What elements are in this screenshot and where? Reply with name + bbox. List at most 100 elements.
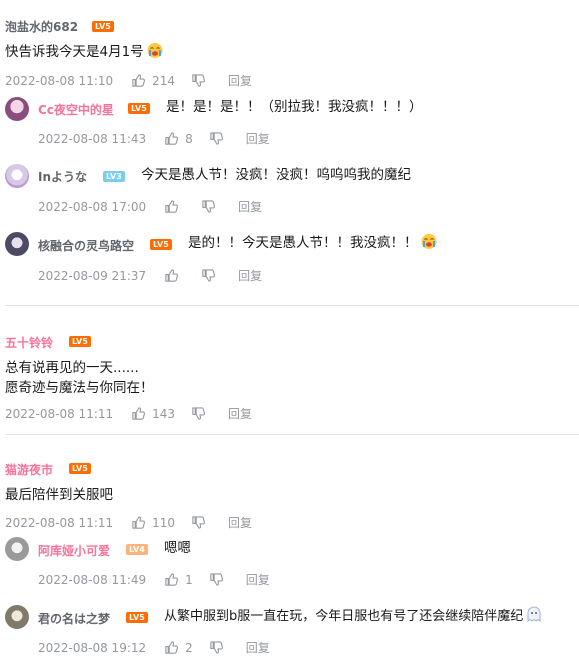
- reply-text: 是！是！是！！（别拉我！我没疯！！！）: [166, 99, 423, 115]
- reply-username[interactable]: 君の名は之梦: [38, 610, 110, 627]
- dislike-button[interactable]: [191, 73, 206, 88]
- reply-meta: 2022-08-08 19:12 2 回复: [38, 639, 270, 656]
- comment-username[interactable]: 泡盐水的682: [5, 18, 78, 35]
- divider: [5, 305, 579, 306]
- thumbs-up-icon: [131, 73, 146, 88]
- like-count: 8: [185, 131, 193, 146]
- thumbs-up-icon: [164, 199, 179, 214]
- thumbs-down-icon: [209, 131, 224, 146]
- reply-meta: 2022-08-08 17:00 回复: [38, 198, 262, 215]
- thumbs-down-icon: [201, 268, 216, 283]
- thumbs-up-icon: [164, 268, 179, 283]
- like-button[interactable]: 110: [131, 515, 175, 530]
- reply-button[interactable]: 回复: [238, 198, 262, 215]
- reply-username[interactable]: Inような: [38, 168, 87, 185]
- comment-meta: 2022-08-08 11:11 110 回复: [5, 514, 252, 531]
- level-badge: LV5: [69, 463, 91, 474]
- level-badge: LV5: [150, 239, 172, 250]
- reply-text-content: 是的！！今天是愚人节！！我没疯！！: [188, 235, 418, 251]
- reply-text: 是的！！今天是愚人节！！我没疯！！: [188, 232, 438, 254]
- reply-button[interactable]: 回复: [228, 514, 252, 531]
- like-count: 214: [152, 73, 176, 88]
- comment-username[interactable]: 五十铃铃: [5, 334, 53, 351]
- dislike-button[interactable]: [191, 406, 206, 421]
- like-button[interactable]: [164, 268, 185, 283]
- comment-meta: 2022-08-08 11:11 143 回复: [5, 405, 252, 422]
- dislike-button[interactable]: [209, 131, 224, 146]
- reply-meta: 2022-08-08 11:43 8 回复: [38, 130, 270, 147]
- divider: [5, 434, 579, 435]
- reply-button[interactable]: 回复: [246, 639, 270, 656]
- like-button[interactable]: [164, 199, 185, 214]
- comment-date: 2022-08-08 11:11: [5, 406, 114, 421]
- reply-date: 2022-08-08 11:49: [38, 572, 147, 587]
- thumbs-up-icon: [131, 406, 146, 421]
- reply-button[interactable]: 回复: [228, 72, 252, 89]
- thumbs-up-icon: [164, 640, 179, 655]
- like-count: 2: [185, 640, 193, 655]
- thumbs-up-icon: [164, 131, 179, 146]
- reply-username[interactable]: 核融合の灵鸟路空: [38, 237, 134, 254]
- level-badge: LV5: [126, 612, 148, 623]
- comment-date: 2022-08-08 11:10: [5, 73, 114, 88]
- reply-meta: 2022-08-09 21:37 回复: [38, 267, 262, 284]
- reply-date: 2022-08-08 11:43: [38, 131, 147, 146]
- crying-emoji-icon: [420, 232, 438, 250]
- comment-text: 最后陪伴到关服吧: [5, 487, 113, 503]
- reply-button[interactable]: 回复: [246, 130, 270, 147]
- dislike-button[interactable]: [191, 515, 206, 530]
- avatar[interactable]: [5, 537, 29, 561]
- level-badge: LV5: [69, 336, 91, 347]
- comment-text: 快告诉我今天是4月1号: [5, 41, 164, 63]
- reply-text: 今天是愚人节！没疯！没疯！呜呜呜我的魔纪: [141, 167, 411, 183]
- thumbs-up-icon: [131, 515, 146, 530]
- reply-username[interactable]: 阿库娅小可爱: [38, 542, 110, 559]
- comment-text-line2: 愿奇迹与魔法与你同在！: [5, 380, 154, 396]
- comment-meta: 2022-08-08 11:10 214 回复: [5, 72, 252, 89]
- level-badge: LV4: [126, 544, 148, 555]
- thumbs-down-icon: [201, 199, 216, 214]
- dislike-button[interactable]: [201, 199, 216, 214]
- ghost-emoji-icon: [525, 605, 543, 623]
- reply-username[interactable]: Cc夜空中的星: [38, 101, 114, 118]
- like-button[interactable]: 8: [164, 131, 193, 146]
- reply-button[interactable]: 回复: [246, 571, 270, 588]
- reply-meta: 2022-08-08 11:49 1 回复: [38, 571, 270, 588]
- reply-date: 2022-08-08 17:00: [38, 199, 147, 214]
- thumbs-down-icon: [209, 640, 224, 655]
- level-badge: LV3: [103, 171, 125, 182]
- like-count: 1: [185, 572, 193, 587]
- thumbs-down-icon: [191, 515, 206, 530]
- reply-text-content: 从繁中服到b服一直在玩，今年日服也有号了还会继续陪伴魔纪: [164, 609, 524, 624]
- reply-text: 嗯嗯: [164, 540, 191, 556]
- reply-button[interactable]: 回复: [238, 267, 262, 284]
- reply-date: 2022-08-08 19:12: [38, 640, 147, 655]
- like-button[interactable]: 2: [164, 640, 193, 655]
- crying-emoji-icon: [146, 41, 164, 59]
- dislike-button[interactable]: [209, 640, 224, 655]
- comment-username[interactable]: 猫游夜市: [5, 461, 53, 478]
- comment-text-content: 快告诉我今天是4月1号: [5, 44, 144, 60]
- level-badge: LV5: [128, 103, 150, 114]
- avatar[interactable]: [5, 232, 29, 256]
- like-button[interactable]: 1: [164, 572, 193, 587]
- reply-date: 2022-08-09 21:37: [38, 268, 147, 283]
- thumbs-up-icon: [164, 572, 179, 587]
- comment-text-line1: 总有说再见的一天......: [5, 360, 139, 376]
- thumbs-down-icon: [191, 73, 206, 88]
- like-count: 143: [152, 406, 176, 421]
- dislike-button[interactable]: [201, 268, 216, 283]
- thumbs-down-icon: [191, 406, 206, 421]
- like-button[interactable]: 143: [131, 406, 175, 421]
- like-button[interactable]: 214: [131, 73, 175, 88]
- comment-date: 2022-08-08 11:11: [5, 515, 114, 530]
- thumbs-down-icon: [209, 572, 224, 587]
- reply-text: 从繁中服到b服一直在玩，今年日服也有号了还会继续陪伴魔纪: [164, 605, 543, 628]
- avatar[interactable]: [5, 164, 29, 188]
- reply-button[interactable]: 回复: [228, 405, 252, 422]
- dislike-button[interactable]: [209, 572, 224, 587]
- like-count: 110: [152, 515, 176, 530]
- avatar[interactable]: [5, 97, 29, 121]
- level-badge: LV5: [92, 21, 114, 32]
- avatar[interactable]: [5, 605, 29, 629]
